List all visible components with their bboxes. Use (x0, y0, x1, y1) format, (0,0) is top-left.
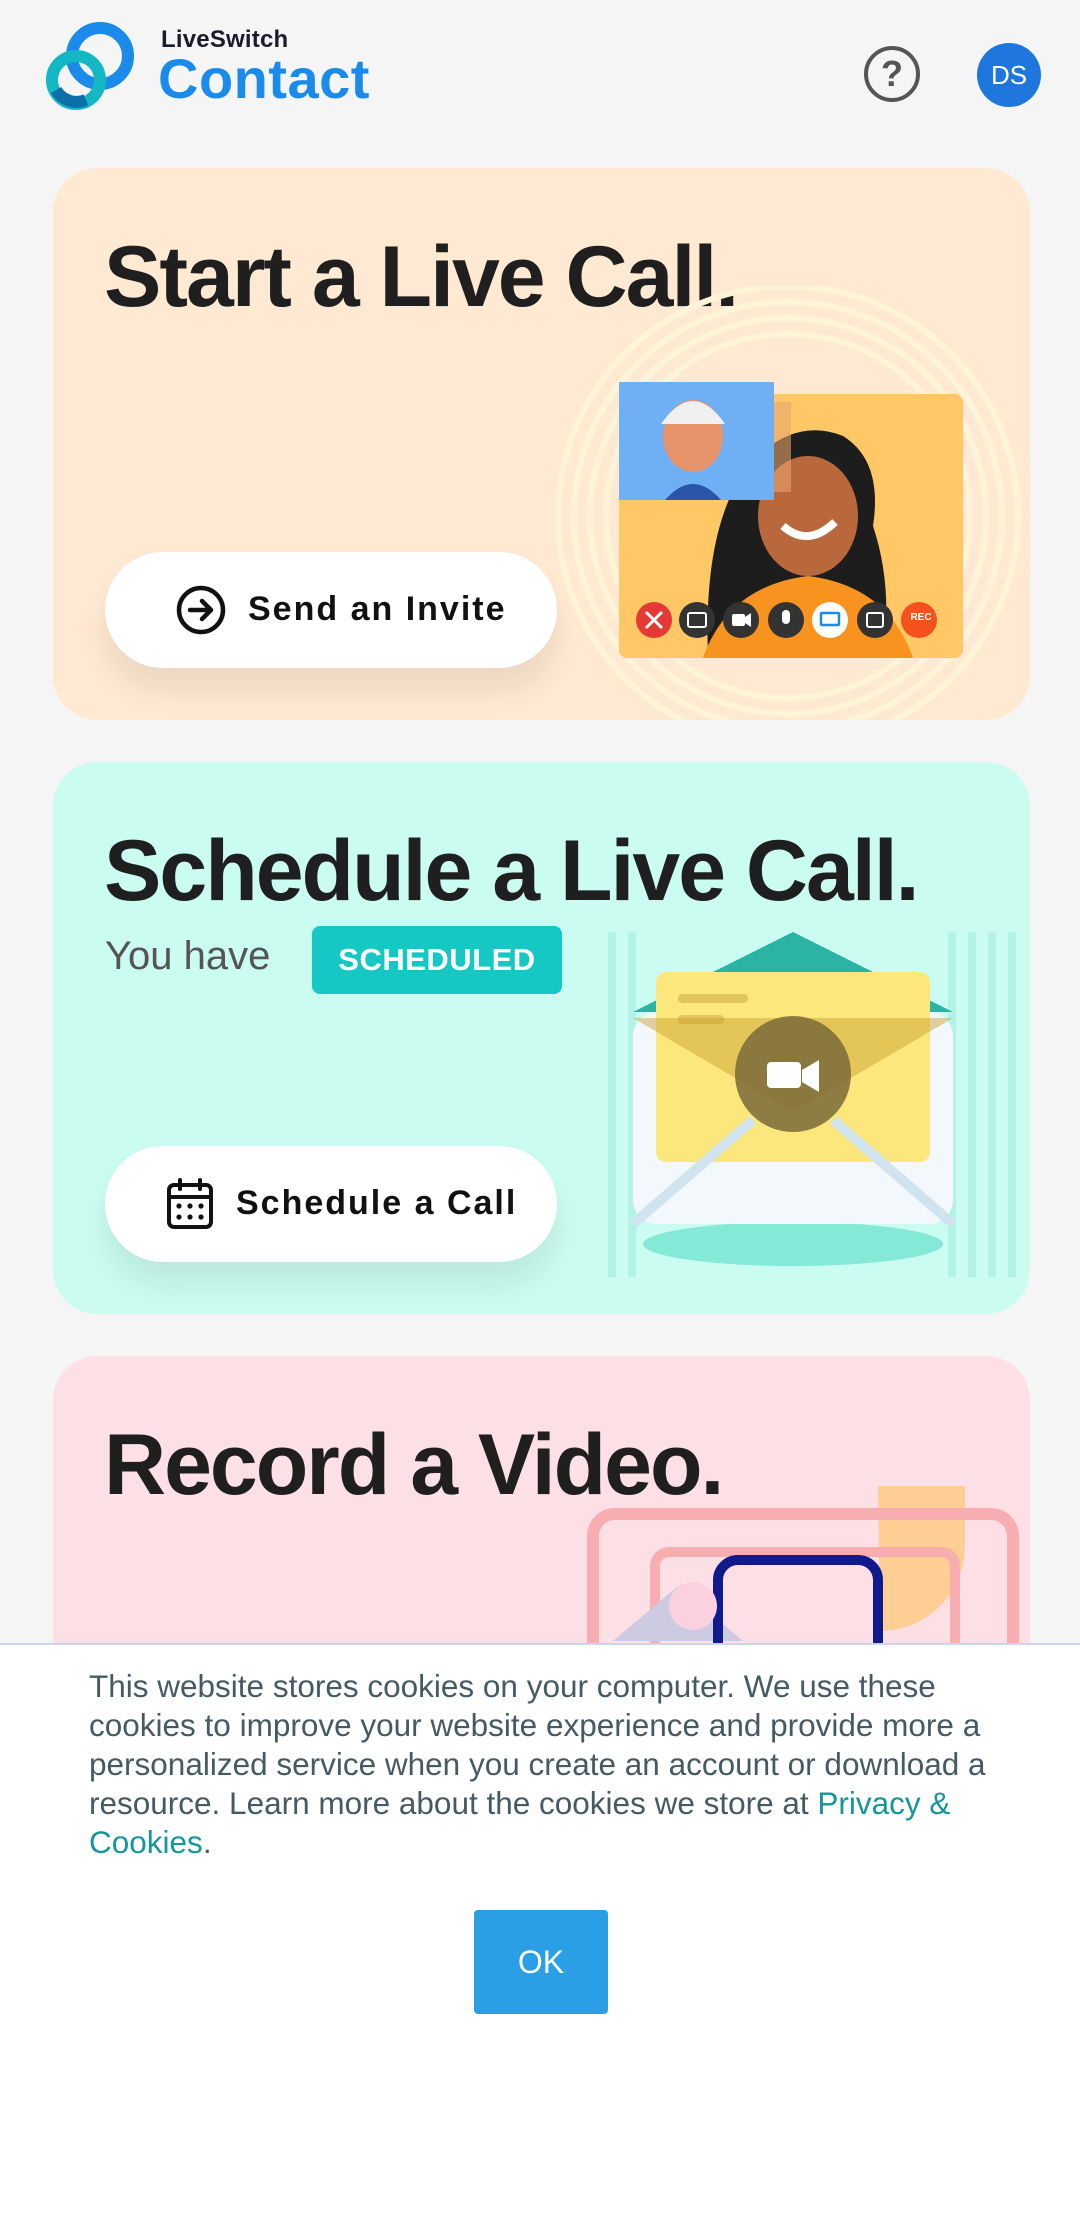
cookie-ok-button[interactable]: OK (474, 1910, 608, 2014)
rec-label: REC (910, 612, 932, 623)
cookie-banner: This website stores cookies on your comp… (0, 1643, 1080, 2213)
schedule-call-label: Schedule a Call (236, 1184, 518, 1222)
cookie-text-end: . (202, 1824, 212, 1860)
live-call-illustration (555, 286, 1021, 720)
cookie-message: This website stores cookies on your comp… (89, 1667, 1019, 1862)
calendar-icon (167, 1178, 213, 1229)
envelope-video-illustration (608, 932, 1016, 1277)
brand-name: Contact (158, 47, 370, 110)
send-invite-label: Send an Invite (248, 590, 507, 628)
arrow-right-circle-icon (176, 585, 226, 635)
user-avatar[interactable]: DS (977, 43, 1041, 107)
help-icon: ? (881, 53, 903, 94)
schedule-call-button[interactable]: Schedule a Call (105, 1146, 557, 1262)
schedule-live-call-card[interactable]: Schedule a Live Call. You have SCHEDULED (53, 762, 1030, 1314)
you-have-text: You have (105, 934, 271, 978)
scheduled-badge[interactable]: SCHEDULED (312, 926, 562, 994)
send-invite-button[interactable]: Send an Invite (105, 552, 557, 668)
start-live-call-card[interactable]: Start a Live Call. REC Send an Invite (53, 168, 1030, 720)
schedule-live-call-title: Schedule a Live Call. (104, 823, 920, 919)
liveswitch-logo-icon[interactable] (40, 16, 140, 116)
help-button[interactable]: ? (864, 46, 920, 102)
app-header: LiveSwitch Contact ? DS (0, 0, 1080, 160)
